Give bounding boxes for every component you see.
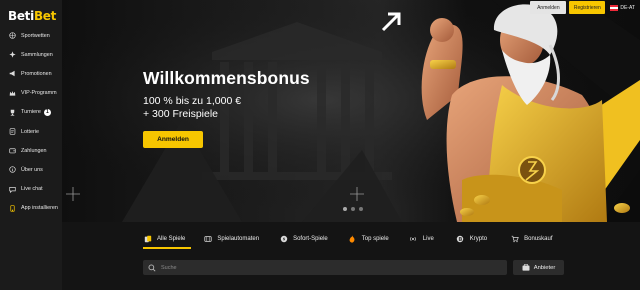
mobile-icon xyxy=(8,204,16,212)
language-label: DE-AT xyxy=(620,4,635,11)
hero-title: Willkommensbonus xyxy=(143,68,310,88)
crown-icon xyxy=(8,89,16,97)
sidebar-item-label: Über uns xyxy=(21,166,43,173)
carousel-dots xyxy=(343,207,363,211)
sidebar-item-sportwetten[interactable]: Sportwetten xyxy=(0,26,62,45)
carousel-dot[interactable] xyxy=(359,207,363,211)
sidebar-item-promotionen[interactable]: Promotionen xyxy=(0,64,62,83)
tab-label: Live xyxy=(422,236,434,242)
fire-icon xyxy=(348,235,357,244)
sidebar-item-lotterie[interactable]: Lotterie xyxy=(0,122,62,141)
tab-label: Krypto xyxy=(469,236,488,242)
sidebar-item-label: App installieren xyxy=(21,205,58,212)
tab-label: Top spiele xyxy=(361,236,389,242)
carousel-dot[interactable] xyxy=(351,207,355,211)
brand-logo-part2: Bet xyxy=(33,9,57,23)
sidebar-item-label: Live chat xyxy=(21,186,43,193)
crypto-icon xyxy=(456,235,465,244)
carousel-dot[interactable] xyxy=(343,207,347,211)
providers-button[interactable]: Anbieter xyxy=(513,260,564,275)
sidebar-item-turniere[interactable]: Turniere 1 xyxy=(0,103,62,122)
tab-bonuskauf[interactable]: Bonuskauf xyxy=(510,235,553,244)
sidebar-item-label: Lotterie xyxy=(21,128,39,135)
tab-spielautomaten[interactable]: Spielautomaten xyxy=(203,235,259,244)
live-icon xyxy=(409,235,418,244)
tab-sofort-spiele[interactable]: Sofort-Spiele xyxy=(279,235,328,244)
sidebar-item-label: VIP-Programm xyxy=(21,90,57,97)
tab-top-spiele[interactable]: Top spiele xyxy=(348,235,389,244)
sidebar-nav: Sportwetten Sammlungen Promotionen VIP-P… xyxy=(0,26,62,218)
providers-label: Anbieter xyxy=(533,264,556,271)
sidebar-item-app-installieren[interactable]: App installieren xyxy=(0,199,62,218)
hero-banner[interactable]: Willkommensbonus 100 % bis zu 1,000 € + … xyxy=(62,0,640,222)
auth-bar: Anmelden Registrieren DE-AT xyxy=(530,1,635,14)
wallet-icon xyxy=(8,147,16,155)
sidebar-item-label: Sammlungen xyxy=(21,51,53,58)
trophy-icon xyxy=(8,108,16,116)
sidebar-item-label: Zahlungen xyxy=(21,147,47,154)
instant-icon xyxy=(279,235,288,244)
search-icon xyxy=(148,264,156,272)
tab-krypto[interactable]: Krypto xyxy=(456,235,487,244)
cart-icon xyxy=(510,235,519,244)
megaphone-icon xyxy=(8,70,16,78)
language-selector[interactable]: DE-AT xyxy=(610,4,635,11)
search-input[interactable] xyxy=(161,264,461,271)
tab-label: Alle Spiele xyxy=(157,236,186,242)
brand-logo-part1: Beti xyxy=(8,9,34,23)
tab-label: Spielautomaten xyxy=(217,236,260,242)
login-button[interactable]: Anmelden xyxy=(530,1,567,14)
sidebar-item-label: Turniere xyxy=(21,109,41,116)
brand-logo[interactable]: BetiBet xyxy=(8,9,56,23)
hero-freespins-line: + 300 Freispiele xyxy=(143,108,219,120)
sidebar-item-label: Promotionen xyxy=(21,70,52,77)
crosshair-decoration xyxy=(66,187,80,201)
sidebar-item-sammlungen[interactable]: Sammlungen xyxy=(0,45,62,64)
sidebar-item-ueber-uns[interactable]: Über uns xyxy=(0,160,62,179)
sidebar: BetiBet Sportwetten Sammlungen Promotion… xyxy=(0,0,62,290)
slot-icon xyxy=(203,235,212,244)
austria-flag-icon xyxy=(610,4,619,11)
tab-label: Sofort-Spiele xyxy=(293,236,328,242)
tab-alle-spiele[interactable]: Alle Spiele xyxy=(143,235,185,244)
hero-bonus-line: 100 % bis zu 1,000 € xyxy=(143,95,242,107)
sidebar-item-vip-programm[interactable]: VIP-Programm xyxy=(0,84,62,103)
active-tab-indicator xyxy=(143,247,191,249)
sidebar-item-live-chat[interactable]: Live chat xyxy=(0,180,62,199)
hero-login-button[interactable]: Anmelden xyxy=(143,131,203,148)
sidebar-item-zahlungen[interactable]: Zahlungen xyxy=(0,141,62,160)
provider-icon xyxy=(522,264,530,271)
sport-icon xyxy=(8,32,16,40)
info-icon xyxy=(8,166,16,174)
game-category-tabs: Alle Spiele Spielautomaten Sofort-Spiele… xyxy=(143,229,563,249)
chat-icon xyxy=(8,185,16,193)
cards-icon xyxy=(143,235,152,244)
crosshair-decoration xyxy=(350,187,364,201)
ticket-icon xyxy=(8,128,16,136)
tab-label: Bonuskauf xyxy=(524,236,553,242)
sparkle-icon xyxy=(8,51,16,59)
tab-live[interactable]: Live xyxy=(409,235,434,244)
register-button[interactable]: Registrieren xyxy=(569,1,606,14)
sidebar-item-label: Sportwetten xyxy=(21,32,50,39)
game-search xyxy=(143,260,507,275)
tournament-count-badge: 1 xyxy=(43,108,51,116)
